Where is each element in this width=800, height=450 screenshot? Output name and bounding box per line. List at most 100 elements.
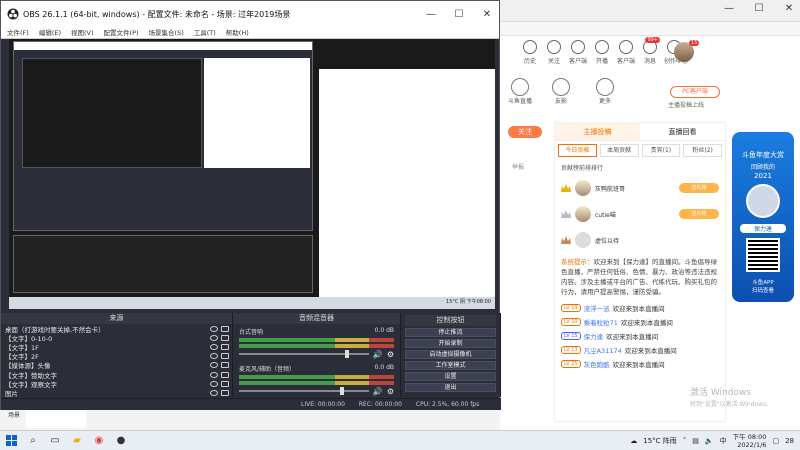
notification-icon[interactable]: ▢ xyxy=(772,437,779,445)
task-view-icon[interactable]: ▭ xyxy=(44,431,66,450)
nav-history[interactable]: 历史 xyxy=(520,40,540,70)
anchor-upload-link[interactable]: 主播投稿上线 xyxy=(668,100,704,109)
eye-icon[interactable] xyxy=(210,325,218,332)
lock-icon[interactable] xyxy=(221,343,229,350)
speaker-icon[interactable]: 🔊 xyxy=(373,387,383,396)
start-button[interactable] xyxy=(0,431,22,450)
obs-maximize-button[interactable]: ☐ xyxy=(447,9,471,20)
lock-icon[interactable] xyxy=(221,371,229,378)
browser-maximize-button[interactable]: ☐ xyxy=(752,3,766,14)
eye-icon[interactable] xyxy=(210,353,218,360)
annual-review-banner[interactable]: 斗鱼年度大赏 回顾我的 2021 保力達 斗鱼APP 扫码查看 xyxy=(732,132,794,302)
file-explorer-icon[interactable]: ▰ xyxy=(66,431,88,450)
stop-streaming-button[interactable]: 停止推流 xyxy=(405,328,496,337)
windows-logo-icon xyxy=(5,435,17,446)
eye-icon[interactable] xyxy=(210,362,218,369)
browser-minimize-button[interactable]: — xyxy=(722,3,736,14)
virtual-camera-button[interactable]: 启动虚拟摄像机 xyxy=(405,350,496,359)
preview-nested-obs xyxy=(13,41,313,231)
rank-row: cutie喵 送礼物 xyxy=(555,201,725,227)
mixer-channel: 麦克风/辅助（音频） 0.0 dB 🔊 ⚙ xyxy=(239,364,394,396)
nav-live[interactable]: 开播 xyxy=(592,40,612,70)
monitor-icon xyxy=(571,40,585,54)
tab-replay[interactable]: 直播回看 xyxy=(640,123,725,140)
tab-today[interactable]: 今日贡献 xyxy=(558,144,597,157)
speaker-icon[interactable]: 🔊 xyxy=(373,350,383,359)
nav-client[interactable]: 客户端 xyxy=(568,40,588,70)
avatar[interactable] xyxy=(575,180,591,196)
report-link[interactable]: 举报 xyxy=(512,162,524,171)
obs-minimize-button[interactable]: — xyxy=(419,9,443,20)
activate-windows-watermark: 激活 Windows 转到"设置"以激活 Windows。 xyxy=(690,388,773,408)
menu-edit[interactable]: 编辑(E) xyxy=(39,27,61,38)
download-icon xyxy=(619,40,633,54)
tab-fans[interactable]: 粉丝(2) xyxy=(683,144,722,157)
browser-close-button[interactable]: ✕ xyxy=(782,3,796,14)
lock-icon[interactable] xyxy=(221,334,229,341)
nav-follow[interactable]: 关注 xyxy=(544,40,564,70)
tab-anchor-upload[interactable]: 主播投稿 xyxy=(555,123,640,140)
eye-icon[interactable] xyxy=(210,343,218,350)
menu-help[interactable]: 帮助(H) xyxy=(226,27,249,38)
live-timer: LIVE: 00:00:00 xyxy=(301,401,345,408)
gift-button[interactable]: 送礼物 xyxy=(679,209,719,219)
volume-slider[interactable] xyxy=(239,387,369,395)
eye-icon[interactable] xyxy=(210,380,218,387)
weather-icon[interactable]: ☁ xyxy=(630,437,637,445)
windows-taskbar: ⌕ ▭ ▰ ◉ ● ☁ 15°C 阵雨 ˄ ▤ 🔈 中 下午 08:00 202… xyxy=(0,430,800,450)
lock-icon[interactable] xyxy=(221,389,229,396)
menu-file[interactable]: 文件(F) xyxy=(7,27,29,38)
obs-preview[interactable]: 15°C 阴 下午08:00 xyxy=(9,39,495,309)
nav-more[interactable]: 更多 xyxy=(596,78,614,105)
obs-docks: 来源 桌面（打游戏时要关掉,不然会卡） 【文字】0-10-0 【文字】1F 【文… xyxy=(1,313,501,398)
eye-icon[interactable] xyxy=(210,371,218,378)
obs-close-button[interactable]: ✕ xyxy=(475,9,499,20)
menu-profile[interactable]: 配置文件(P) xyxy=(104,27,139,38)
volume-slider-handle[interactable] xyxy=(345,350,350,358)
lock-icon[interactable] xyxy=(221,325,229,332)
rank-panel: 主播投稿 直播回看 今日贡献 本周贡献 贵宾(1) 粉丝(2) 贡献榜前排排行 … xyxy=(554,122,726,422)
avatar[interactable] xyxy=(575,206,591,222)
gear-icon[interactable]: ⚙ xyxy=(387,387,394,396)
lock-icon[interactable] xyxy=(221,362,229,369)
tab-vip[interactable]: 贵宾(1) xyxy=(641,144,681,157)
volume-slider-handle[interactable] xyxy=(340,387,345,395)
pc-client-button[interactable]: PC客户端 xyxy=(670,86,720,98)
volume-slider[interactable] xyxy=(239,350,369,358)
volume-icon[interactable]: 🔈 xyxy=(705,437,714,445)
chrome-icon[interactable]: ◉ xyxy=(88,431,110,450)
nav-douyu-live[interactable]: 斗鱼直播 xyxy=(508,78,532,105)
menu-view[interactable]: 视图(V) xyxy=(71,27,94,38)
gift-button[interactable]: 送礼物 xyxy=(679,183,719,193)
more-icon xyxy=(596,78,614,96)
tab-week[interactable]: 本周贡献 xyxy=(599,144,639,157)
settings-button[interactable]: 设置 xyxy=(405,372,496,381)
chevron-up-icon[interactable]: ˄ xyxy=(683,437,687,445)
eye-icon[interactable] xyxy=(210,334,218,341)
eye-icon[interactable] xyxy=(210,389,218,396)
weather-text[interactable]: 15°C 阵雨 xyxy=(643,436,677,446)
exit-button[interactable]: 退出 xyxy=(405,383,496,392)
nav-friends[interactable]: 友影 xyxy=(552,78,570,105)
menu-scene-collection[interactable]: 场景集合(S) xyxy=(149,27,184,38)
ime-indicator[interactable]: 中 xyxy=(720,436,727,446)
clock[interactable]: 下午 08:00 2022/1/6 xyxy=(733,433,767,449)
search-icon[interactable]: ⌕ xyxy=(22,431,44,450)
start-recording-button[interactable]: 开始录制 xyxy=(405,339,496,348)
nav-messages[interactable]: 99+ 消息 xyxy=(640,37,660,70)
gear-icon[interactable]: ⚙ xyxy=(387,350,394,359)
obs-taskbar-icon[interactable]: ● xyxy=(110,431,132,450)
cpu-fps: CPU: 2.5%, 60.00 fps xyxy=(415,401,480,408)
heart-icon xyxy=(547,40,561,54)
follow-button[interactable]: 关注 xyxy=(508,126,542,138)
source-item[interactable]: 图片 xyxy=(1,388,232,398)
clock-icon xyxy=(523,40,537,54)
lock-icon[interactable] xyxy=(221,380,229,387)
desktop: — ☐ ✕ 历史 关注 客户端 开播 客户端 99+ 消息 创作中心 15 斗鱼直… xyxy=(0,0,800,450)
network-icon[interactable]: ▤ xyxy=(692,437,699,445)
studio-mode-button[interactable]: 工作室模式 xyxy=(405,361,496,370)
nav-client-2[interactable]: 客户端 xyxy=(616,40,636,70)
browser-titlebar: — ☐ ✕ xyxy=(500,0,800,22)
menu-tools[interactable]: 工具(T) xyxy=(194,27,216,38)
lock-icon[interactable] xyxy=(221,353,229,360)
